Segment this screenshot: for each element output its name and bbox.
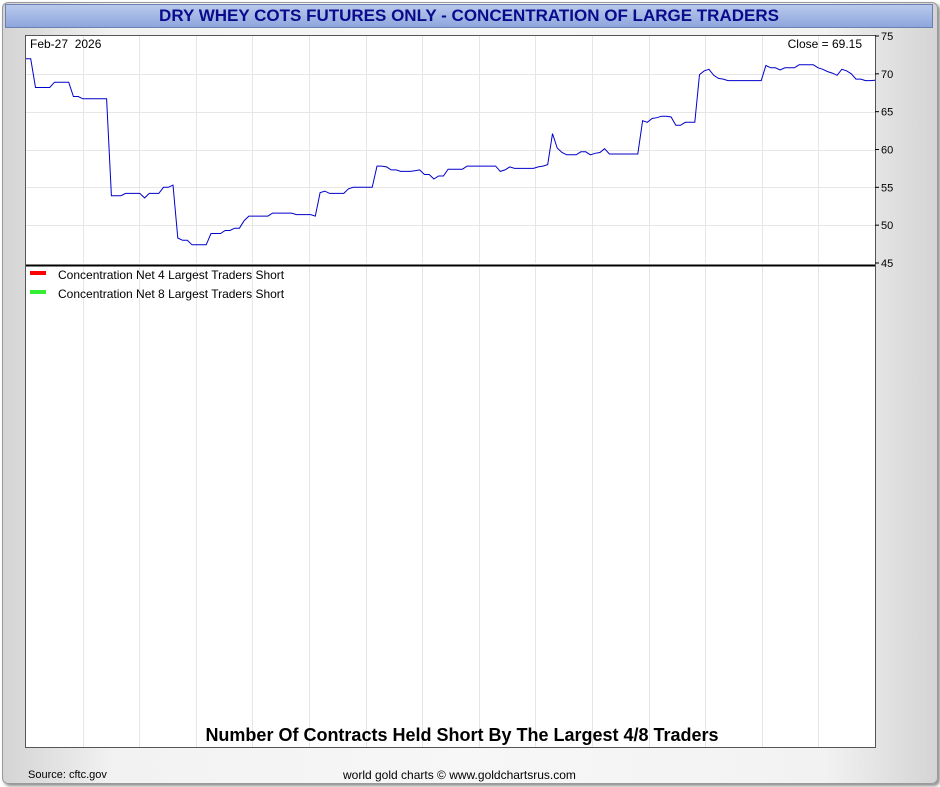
chart-svg: 45 50 55 60 65 70 75 Feb-27 2026 Close = 69.15… (26, 31, 893, 747)
legend-swatch-net4 (30, 271, 46, 275)
footer-credit: world gold charts © www.goldchartsrus.co… (343, 768, 576, 782)
legend-label-net4: Concentration Net 4 Largest Traders Shor… (58, 268, 285, 282)
footer-source: Source: cftc.gov (28, 769, 107, 781)
y-tick-label: 70 (881, 69, 893, 81)
lower-panel-title: Number Of Contracts Held Short By The La… (205, 725, 718, 745)
y-tick-label: 45 (881, 258, 893, 270)
y-tick-label: 50 (881, 220, 893, 232)
price-series-line (26, 58, 876, 246)
legend-label-net8: Concentration Net 8 Largest Traders Shor… (58, 287, 285, 301)
y-tick-label: 75 (881, 31, 893, 43)
close-label: Close = 69.15 (788, 37, 863, 51)
y-axis-ticks: 45 50 55 60 65 70 75 (875, 31, 893, 270)
y-tick-label: 65 (881, 107, 893, 119)
y-tick-label: 55 (881, 182, 893, 194)
legend-swatch-net8 (30, 290, 46, 294)
grid (26, 36, 875, 747)
y-tick-label: 60 (881, 145, 893, 157)
date-label: Feb-27 2026 (30, 37, 102, 51)
